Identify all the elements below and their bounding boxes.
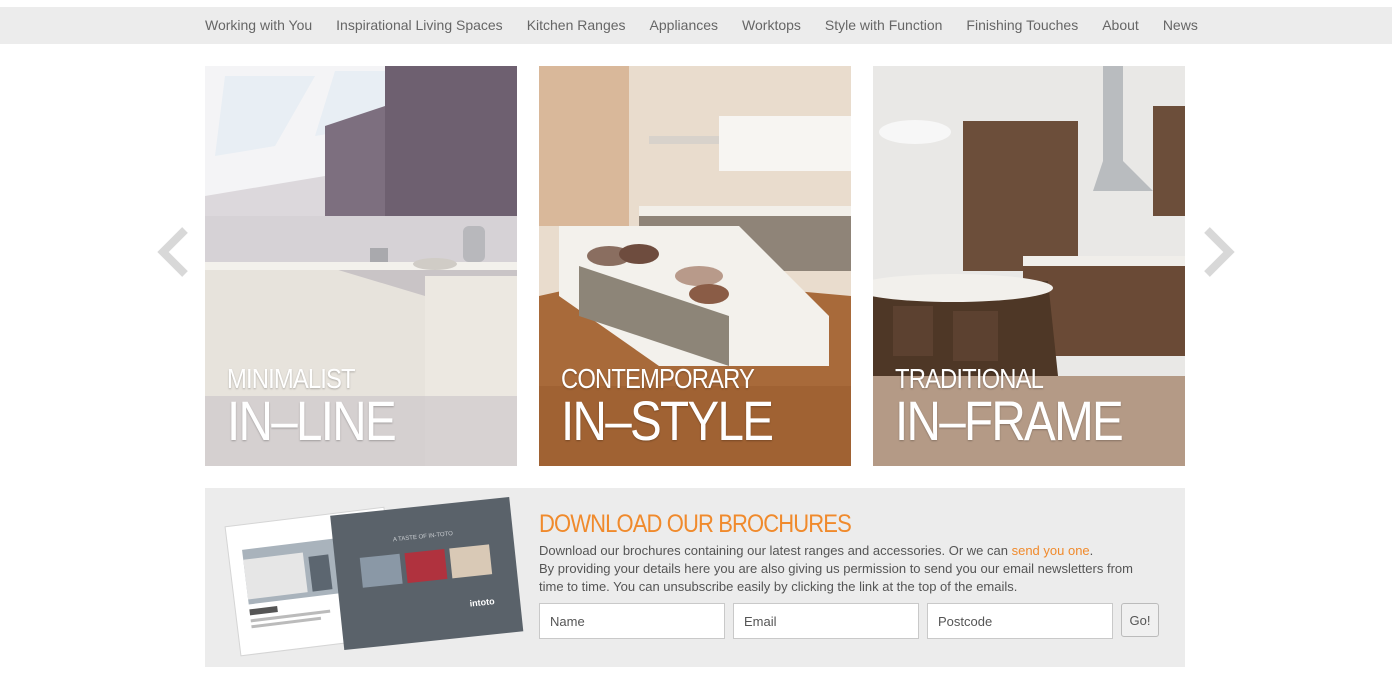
email-field[interactable] [733, 603, 919, 639]
carousel-next-button[interactable] [1197, 226, 1237, 278]
carousel-prev-button[interactable] [155, 226, 195, 278]
nav-item-news[interactable]: News [1163, 7, 1198, 44]
nav-item-working-with-you[interactable]: Working with You [205, 7, 312, 44]
tile-range-name: IN–STYLE [561, 389, 774, 452]
top-navigation: Working with You Inspirational Living Sp… [0, 7, 1392, 44]
tile-range-name: IN–LINE [227, 389, 397, 452]
nav-item-worktops[interactable]: Worktops [742, 7, 801, 44]
brochure-title: DOWNLOAD OUR BROCHURES [539, 510, 852, 538]
nav-item-kitchen-ranges[interactable]: Kitchen Ranges [527, 7, 626, 44]
tile-caption: TRADITIONAL IN–FRAME [895, 364, 1162, 452]
nav-item-style-with-function[interactable]: Style with Function [825, 7, 943, 44]
nav-list: Working with You Inspirational Living Sp… [205, 7, 1222, 44]
postcode-field[interactable] [927, 603, 1113, 639]
send-you-one-link[interactable]: send you one [1012, 543, 1090, 558]
nav-item-inspirational-living-spaces[interactable]: Inspirational Living Spaces [336, 7, 503, 44]
brochure-description: Download our brochures containing our la… [539, 542, 1149, 596]
range-tile-minimalist[interactable]: MINIMALIST IN–LINE [205, 66, 517, 466]
brochure-covers-image: A TASTE OF IN-TOTO intoto [224, 496, 524, 657]
brochure-line-1: Download our brochures containing our la… [539, 543, 1012, 558]
range-tile-traditional[interactable]: TRADITIONAL IN–FRAME [873, 66, 1185, 466]
nav-item-appliances[interactable]: Appliances [650, 7, 719, 44]
tile-caption: CONTEMPORARY IN–STYLE [561, 364, 810, 452]
tile-caption: MINIMALIST IN–LINE [227, 364, 425, 452]
tile-range-name: IN–FRAME [895, 389, 1124, 452]
chevron-right-icon [1204, 227, 1235, 277]
brochure-panel: A TASTE OF IN-TOTO intoto DOWNLOAD OUR B… [205, 488, 1185, 667]
range-tile-contemporary[interactable]: CONTEMPORARY IN–STYLE [539, 66, 851, 466]
brochure-line-1-end: . [1089, 543, 1094, 558]
nav-item-about[interactable]: About [1102, 7, 1139, 44]
brochure-line-2: By providing your details here you are a… [539, 561, 1133, 594]
name-field[interactable] [539, 603, 725, 639]
nav-item-finishing-touches[interactable]: Finishing Touches [966, 7, 1078, 44]
chevron-left-icon [157, 227, 188, 277]
go-button[interactable]: Go! [1121, 603, 1159, 637]
